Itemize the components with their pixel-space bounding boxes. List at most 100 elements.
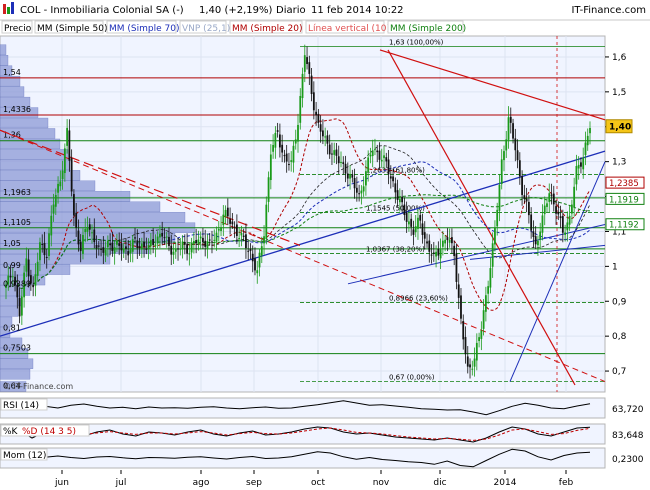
legend-item-2: MM (Simple 70) bbox=[109, 24, 179, 34]
candle-body bbox=[537, 240, 539, 246]
candle-body bbox=[387, 159, 390, 175]
candle-body bbox=[353, 177, 356, 189]
volume-profile-bar bbox=[0, 306, 19, 317]
candle-body bbox=[532, 231, 535, 238]
candle-body bbox=[362, 186, 365, 192]
candle-body bbox=[208, 239, 211, 241]
candle-body bbox=[426, 241, 428, 244]
candle-body bbox=[45, 256, 48, 258]
candle-body bbox=[231, 221, 234, 225]
volume-profile-bar bbox=[0, 369, 31, 380]
candle-body bbox=[104, 249, 107, 256]
legend-item-3: VNP (25,1) bbox=[182, 24, 230, 34]
level-label-5: 1,05 bbox=[3, 239, 21, 248]
x-tick-label-6: dic bbox=[433, 478, 446, 488]
candle-body bbox=[521, 176, 523, 195]
candle-body bbox=[432, 252, 435, 254]
candle-body bbox=[410, 218, 413, 227]
candle-body bbox=[147, 244, 150, 249]
candle-body bbox=[213, 239, 216, 241]
x-tick-label-2: ago bbox=[193, 478, 210, 488]
candle-body bbox=[172, 251, 175, 255]
candle-body bbox=[437, 249, 440, 256]
candle-body bbox=[54, 194, 57, 207]
candle-body bbox=[217, 228, 220, 231]
candle-body bbox=[489, 268, 492, 288]
watermark: © IT-Finance.com bbox=[3, 382, 73, 391]
candle-body bbox=[555, 206, 557, 214]
candle-body bbox=[383, 155, 385, 159]
candle-body bbox=[240, 233, 243, 236]
candle-body bbox=[41, 243, 44, 245]
candle-body bbox=[63, 148, 66, 174]
left-label-2: 0,81 bbox=[3, 324, 21, 333]
candle-body bbox=[589, 127, 591, 134]
candle-body bbox=[179, 248, 182, 250]
candle-body bbox=[374, 149, 376, 151]
candle-body bbox=[523, 195, 526, 200]
candle-body bbox=[514, 138, 517, 151]
left-label-0: 0,99 bbox=[3, 261, 21, 270]
volume-profile-bar bbox=[0, 55, 9, 66]
candle-body bbox=[444, 239, 447, 244]
candle-body bbox=[215, 232, 218, 242]
candle-body bbox=[292, 145, 295, 163]
candle-body bbox=[220, 227, 222, 231]
candle-body bbox=[75, 212, 78, 228]
candle-body bbox=[18, 298, 21, 317]
legend-item-0: Precio bbox=[4, 24, 32, 34]
candle-body bbox=[174, 248, 177, 252]
candle-body bbox=[349, 174, 351, 179]
candle-body bbox=[417, 217, 419, 229]
candle-body bbox=[125, 246, 127, 249]
candle-body bbox=[84, 229, 87, 233]
candle-body bbox=[496, 209, 499, 227]
candle-body bbox=[233, 226, 236, 228]
candle-body bbox=[335, 149, 338, 156]
candle-body bbox=[68, 130, 71, 161]
candle-body bbox=[113, 247, 116, 254]
candle-body bbox=[303, 55, 306, 72]
candle-body bbox=[317, 113, 320, 123]
candle-body bbox=[52, 204, 55, 214]
candle-body bbox=[342, 162, 345, 164]
candle-body bbox=[516, 150, 519, 161]
candle-body bbox=[584, 142, 587, 155]
candle-body bbox=[546, 203, 548, 207]
candle-body bbox=[346, 173, 349, 179]
candle-body bbox=[333, 150, 336, 155]
legend-item-6: MM (Simple 200) bbox=[390, 24, 466, 34]
candle-body bbox=[77, 230, 80, 245]
candle-body bbox=[245, 234, 247, 249]
candle-body bbox=[229, 218, 231, 224]
level-label-4: 1,1105 bbox=[3, 218, 31, 227]
legend-item-1: MM (Simple 50) bbox=[37, 24, 107, 34]
candle-body bbox=[564, 232, 567, 235]
candle-body bbox=[428, 240, 431, 252]
candle-body bbox=[102, 247, 105, 253]
candle-body bbox=[181, 241, 184, 249]
candle-body bbox=[149, 240, 152, 247]
candle-body bbox=[419, 215, 422, 221]
candle-body bbox=[435, 251, 437, 257]
candle-body bbox=[321, 130, 324, 137]
candle-body bbox=[183, 241, 186, 245]
volume-profile-bar bbox=[0, 170, 81, 181]
candle-body bbox=[106, 240, 109, 248]
candle-body bbox=[401, 196, 404, 203]
candle-body bbox=[306, 57, 308, 64]
candle-body bbox=[550, 194, 553, 196]
candle-body bbox=[358, 193, 361, 195]
candle-body bbox=[272, 144, 275, 152]
volume-profile-bar bbox=[0, 86, 25, 97]
candle-body bbox=[480, 330, 483, 339]
candle-body bbox=[371, 150, 374, 157]
candle-body bbox=[202, 237, 204, 243]
title-bar: COL - Inmobiliaria Colonial SA (-) 1,40 … bbox=[0, 0, 650, 20]
panel-bg-1 bbox=[0, 397, 606, 419]
candle-body bbox=[315, 111, 318, 116]
candle-body bbox=[507, 117, 510, 140]
candle-body bbox=[412, 229, 415, 235]
candle-body bbox=[448, 239, 451, 243]
volume-profile-bar bbox=[0, 358, 34, 369]
